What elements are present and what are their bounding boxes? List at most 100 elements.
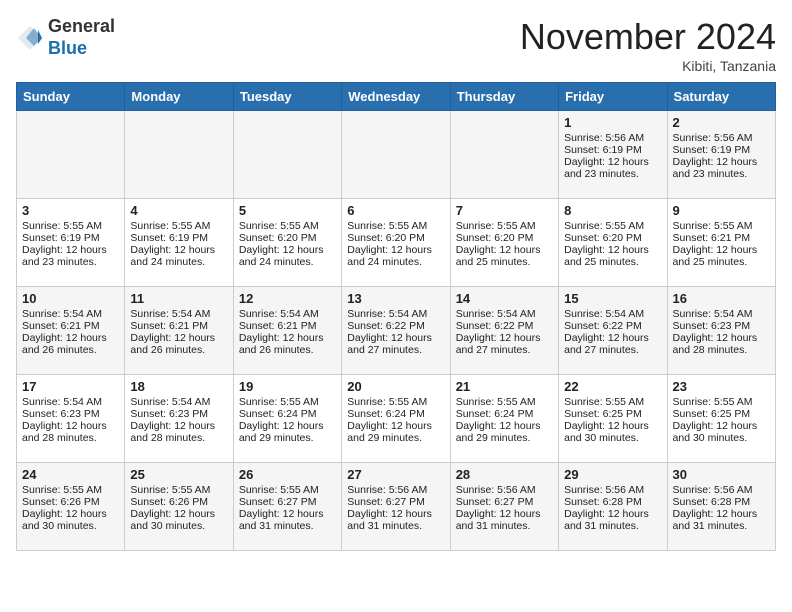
day-info: Sunset: 6:23 PM — [22, 408, 119, 420]
calendar-header-tuesday: Tuesday — [233, 83, 341, 111]
day-info: Daylight: 12 hours and 25 minutes. — [564, 244, 661, 268]
calendar-header-sunday: Sunday — [17, 83, 125, 111]
day-number: 1 — [564, 115, 661, 130]
calendar-cell: 14Sunrise: 5:54 AMSunset: 6:22 PMDayligh… — [450, 287, 558, 375]
day-info: Sunset: 6:21 PM — [673, 232, 770, 244]
calendar-cell: 25Sunrise: 5:55 AMSunset: 6:26 PMDayligh… — [125, 463, 233, 551]
day-info: Sunset: 6:27 PM — [239, 496, 336, 508]
day-info: Sunrise: 5:55 AM — [22, 220, 119, 232]
calendar-cell: 17Sunrise: 5:54 AMSunset: 6:23 PMDayligh… — [17, 375, 125, 463]
day-info: Sunrise: 5:54 AM — [239, 308, 336, 320]
logo-icon — [16, 24, 44, 52]
day-info: Sunset: 6:22 PM — [347, 320, 444, 332]
day-number: 15 — [564, 291, 661, 306]
calendar-cell: 23Sunrise: 5:55 AMSunset: 6:25 PMDayligh… — [667, 375, 775, 463]
day-info: Daylight: 12 hours and 30 minutes. — [130, 508, 227, 532]
day-info: Sunrise: 5:54 AM — [22, 308, 119, 320]
calendar-header-wednesday: Wednesday — [342, 83, 450, 111]
day-info: Sunset: 6:24 PM — [456, 408, 553, 420]
calendar-cell: 3Sunrise: 5:55 AMSunset: 6:19 PMDaylight… — [17, 199, 125, 287]
day-info: Sunrise: 5:56 AM — [564, 484, 661, 496]
day-info: Daylight: 12 hours and 25 minutes. — [456, 244, 553, 268]
day-number: 6 — [347, 203, 444, 218]
calendar-header-saturday: Saturday — [667, 83, 775, 111]
calendar-cell: 4Sunrise: 5:55 AMSunset: 6:19 PMDaylight… — [125, 199, 233, 287]
calendar-cell: 26Sunrise: 5:55 AMSunset: 6:27 PMDayligh… — [233, 463, 341, 551]
calendar-cell: 12Sunrise: 5:54 AMSunset: 6:21 PMDayligh… — [233, 287, 341, 375]
calendar-cell: 8Sunrise: 5:55 AMSunset: 6:20 PMDaylight… — [559, 199, 667, 287]
calendar-table: SundayMondayTuesdayWednesdayThursdayFrid… — [16, 82, 776, 551]
calendar-week-row: 3Sunrise: 5:55 AMSunset: 6:19 PMDaylight… — [17, 199, 776, 287]
day-info: Sunrise: 5:54 AM — [130, 308, 227, 320]
day-number: 18 — [130, 379, 227, 394]
calendar-cell: 13Sunrise: 5:54 AMSunset: 6:22 PMDayligh… — [342, 287, 450, 375]
calendar-cell: 29Sunrise: 5:56 AMSunset: 6:28 PMDayligh… — [559, 463, 667, 551]
calendar-cell: 15Sunrise: 5:54 AMSunset: 6:22 PMDayligh… — [559, 287, 667, 375]
day-number: 21 — [456, 379, 553, 394]
day-info: Sunrise: 5:56 AM — [673, 484, 770, 496]
day-info: Sunrise: 5:55 AM — [130, 220, 227, 232]
calendar-cell: 6Sunrise: 5:55 AMSunset: 6:20 PMDaylight… — [342, 199, 450, 287]
calendar-cell — [233, 111, 341, 199]
day-info: Daylight: 12 hours and 30 minutes. — [673, 420, 770, 444]
day-info: Daylight: 12 hours and 27 minutes. — [564, 332, 661, 356]
calendar-cell: 20Sunrise: 5:55 AMSunset: 6:24 PMDayligh… — [342, 375, 450, 463]
day-number: 30 — [673, 467, 770, 482]
day-info: Daylight: 12 hours and 30 minutes. — [564, 420, 661, 444]
title-area: November 2024 Kibiti, Tanzania — [520, 16, 776, 74]
day-info: Sunrise: 5:55 AM — [130, 484, 227, 496]
day-info: Sunrise: 5:54 AM — [456, 308, 553, 320]
day-info: Sunrise: 5:55 AM — [239, 220, 336, 232]
calendar-header-friday: Friday — [559, 83, 667, 111]
calendar-cell: 28Sunrise: 5:56 AMSunset: 6:27 PMDayligh… — [450, 463, 558, 551]
day-info: Sunrise: 5:55 AM — [673, 396, 770, 408]
day-number: 17 — [22, 379, 119, 394]
month-title: November 2024 — [520, 16, 776, 58]
calendar-cell: 18Sunrise: 5:54 AMSunset: 6:23 PMDayligh… — [125, 375, 233, 463]
day-info: Sunrise: 5:55 AM — [456, 396, 553, 408]
day-info: Daylight: 12 hours and 24 minutes. — [347, 244, 444, 268]
day-info: Sunrise: 5:55 AM — [673, 220, 770, 232]
day-number: 4 — [130, 203, 227, 218]
day-info: Sunrise: 5:55 AM — [239, 396, 336, 408]
day-info: Daylight: 12 hours and 27 minutes. — [347, 332, 444, 356]
day-info: Sunrise: 5:54 AM — [673, 308, 770, 320]
day-number: 3 — [22, 203, 119, 218]
day-info: Daylight: 12 hours and 24 minutes. — [239, 244, 336, 268]
calendar-cell — [342, 111, 450, 199]
calendar-cell — [17, 111, 125, 199]
day-info: Sunrise: 5:55 AM — [564, 220, 661, 232]
logo-text: General Blue — [48, 16, 115, 59]
day-info: Sunset: 6:24 PM — [239, 408, 336, 420]
day-number: 9 — [673, 203, 770, 218]
day-info: Daylight: 12 hours and 31 minutes. — [456, 508, 553, 532]
day-number: 13 — [347, 291, 444, 306]
day-number: 23 — [673, 379, 770, 394]
calendar-cell: 7Sunrise: 5:55 AMSunset: 6:20 PMDaylight… — [450, 199, 558, 287]
day-info: Sunset: 6:19 PM — [673, 144, 770, 156]
day-info: Sunset: 6:20 PM — [347, 232, 444, 244]
day-info: Sunset: 6:21 PM — [22, 320, 119, 332]
calendar-week-row: 1Sunrise: 5:56 AMSunset: 6:19 PMDaylight… — [17, 111, 776, 199]
day-number: 14 — [456, 291, 553, 306]
day-info: Sunset: 6:19 PM — [130, 232, 227, 244]
day-info: Sunset: 6:23 PM — [673, 320, 770, 332]
day-info: Daylight: 12 hours and 31 minutes. — [564, 508, 661, 532]
calendar-cell: 16Sunrise: 5:54 AMSunset: 6:23 PMDayligh… — [667, 287, 775, 375]
day-number: 5 — [239, 203, 336, 218]
day-info: Sunset: 6:23 PM — [130, 408, 227, 420]
day-number: 16 — [673, 291, 770, 306]
calendar-cell — [125, 111, 233, 199]
day-info: Sunrise: 5:55 AM — [347, 396, 444, 408]
calendar-cell — [450, 111, 558, 199]
calendar-week-row: 24Sunrise: 5:55 AMSunset: 6:26 PMDayligh… — [17, 463, 776, 551]
day-info: Sunset: 6:21 PM — [130, 320, 227, 332]
calendar-cell: 22Sunrise: 5:55 AMSunset: 6:25 PMDayligh… — [559, 375, 667, 463]
page-header: General Blue November 2024 Kibiti, Tanza… — [16, 16, 776, 74]
day-info: Sunset: 6:28 PM — [673, 496, 770, 508]
calendar-cell: 27Sunrise: 5:56 AMSunset: 6:27 PMDayligh… — [342, 463, 450, 551]
day-info: Sunset: 6:26 PM — [22, 496, 119, 508]
day-info: Sunset: 6:27 PM — [347, 496, 444, 508]
calendar-cell: 5Sunrise: 5:55 AMSunset: 6:20 PMDaylight… — [233, 199, 341, 287]
day-info: Sunrise: 5:55 AM — [564, 396, 661, 408]
